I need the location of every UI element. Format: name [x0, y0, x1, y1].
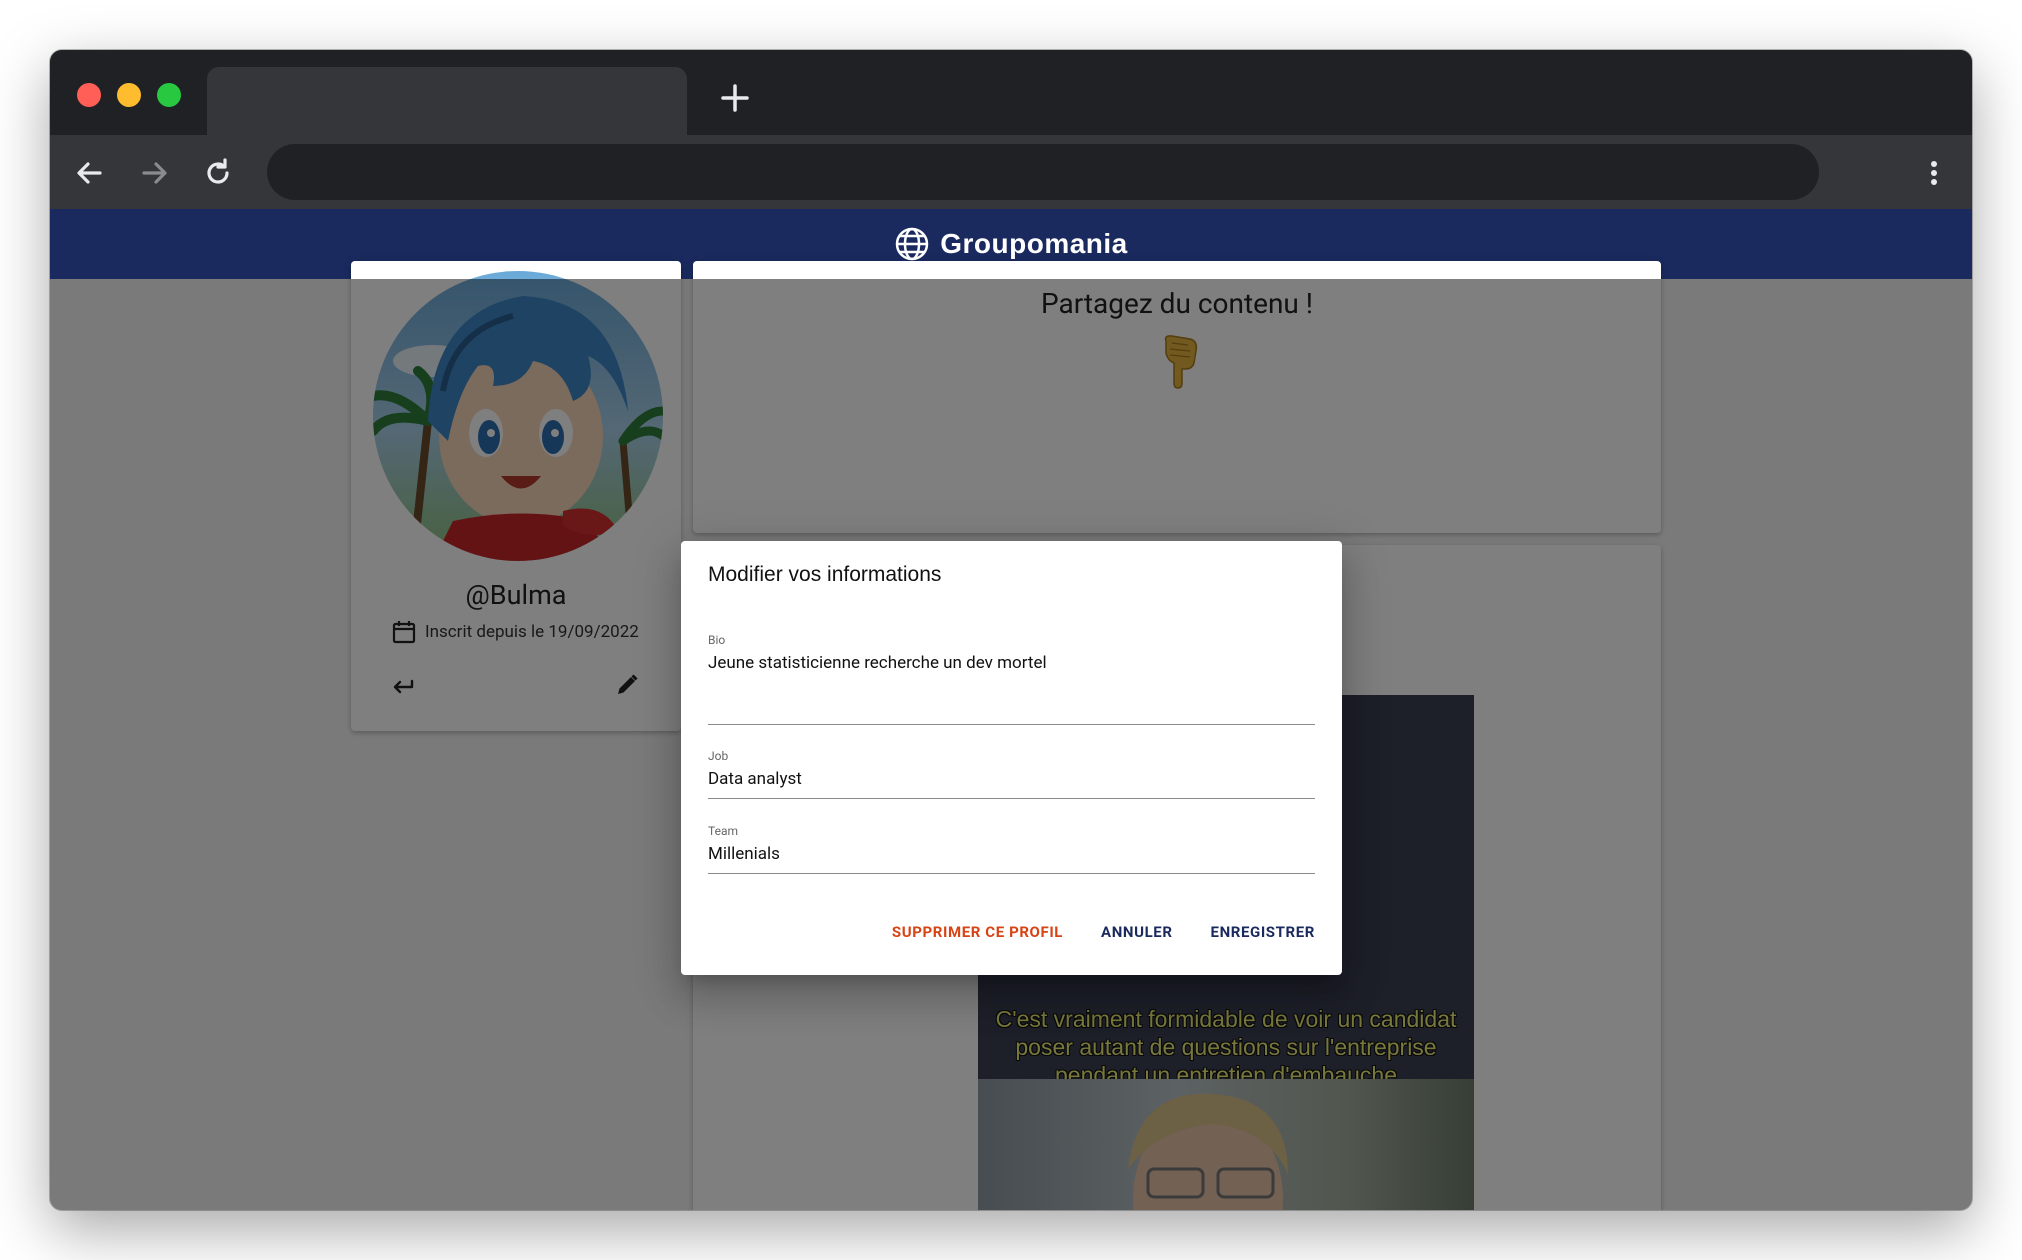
browser-window: Groupomania Modifier vos informations Bi… [50, 50, 1972, 1210]
brand-name: Groupomania [940, 228, 1128, 259]
delete-profile-button[interactable]: Supprimer ce profil [892, 923, 1063, 941]
save-button[interactable]: Enregistrer [1211, 923, 1315, 941]
maximize-window-button[interactable] [157, 83, 181, 107]
brand-logo[interactable]: Groupomania [894, 226, 1128, 262]
more-vert-icon [1931, 161, 1937, 185]
bio-input[interactable]: Jeune statisticienne recherche un dev mo… [708, 653, 1315, 673]
team-input[interactable]: Millenials [708, 844, 1315, 864]
close-window-button[interactable] [77, 83, 101, 107]
back-button[interactable] [70, 153, 110, 193]
bio-field[interactable]: Bio Jeune statisticienne recherche un de… [708, 633, 1315, 725]
bio-label: Bio [708, 633, 726, 647]
cancel-button[interactable]: Annuler [1101, 923, 1173, 941]
browser-menu-button[interactable] [1924, 153, 1944, 193]
forward-button[interactable] [134, 153, 174, 193]
job-label: Job [708, 749, 729, 763]
team-label: Team [708, 824, 738, 838]
plus-icon [721, 84, 749, 112]
team-field[interactable]: Team Millenials [708, 824, 1315, 874]
reload-button[interactable] [198, 153, 238, 193]
reload-icon [207, 158, 229, 184]
dialog-actions: Supprimer ce profil Annuler Enregistrer [892, 923, 1315, 941]
arrow-left-icon [77, 162, 102, 184]
edit-profile-dialog: Modifier vos informations Bio Jeune stat… [681, 541, 1342, 975]
app-viewport: Groupomania Modifier vos informations Bi… [50, 209, 1972, 1210]
job-input[interactable]: Data analyst [708, 769, 1315, 789]
job-field[interactable]: Job Data analyst [708, 749, 1315, 799]
globe-icon [895, 227, 929, 261]
arrow-right-icon [142, 162, 167, 184]
dialog-title: Modifier vos informations [708, 563, 942, 586]
browser-tab[interactable] [207, 67, 687, 135]
minimize-window-button[interactable] [117, 83, 141, 107]
new-tab-button[interactable] [715, 78, 755, 118]
tab-bar [50, 50, 1972, 135]
address-bar[interactable] [267, 144, 1819, 200]
browser-toolbar [50, 135, 1972, 209]
